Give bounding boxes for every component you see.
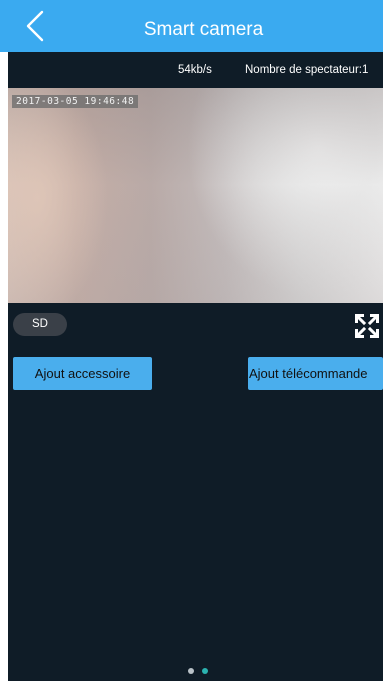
title-bar: Smart camera <box>0 0 383 52</box>
app-screen: Smart camera 54kb/s Nombre de spectateur… <box>0 0 383 681</box>
fullscreen-expand-icon <box>355 314 379 338</box>
fullscreen-button[interactable] <box>355 314 379 338</box>
camera-video-feed[interactable]: 2017-03-05 19:46:48 <box>8 88 383 303</box>
page-indicator <box>188 668 218 676</box>
stream-stats: 54kb/s Nombre de spectateur:1 <box>8 52 383 88</box>
add-accessory-button[interactable]: Ajout accessoire <box>13 357 152 390</box>
quality-toggle-button[interactable]: SD <box>13 313 67 336</box>
back-button[interactable] <box>22 8 54 44</box>
viewer-count: Nombre de spectateur:1 <box>245 64 369 76</box>
page-dot-active[interactable] <box>202 668 208 674</box>
page-dot[interactable] <box>188 668 194 674</box>
page-title: Smart camera <box>143 19 264 40</box>
bitrate-readout: 54kb/s <box>178 64 212 76</box>
add-remote-control-button[interactable]: Ajout télécommande <box>248 357 383 390</box>
chevron-left-icon <box>26 10 44 42</box>
video-frame <box>8 88 383 303</box>
video-timestamp: 2017-03-05 19:46:48 <box>12 95 139 108</box>
